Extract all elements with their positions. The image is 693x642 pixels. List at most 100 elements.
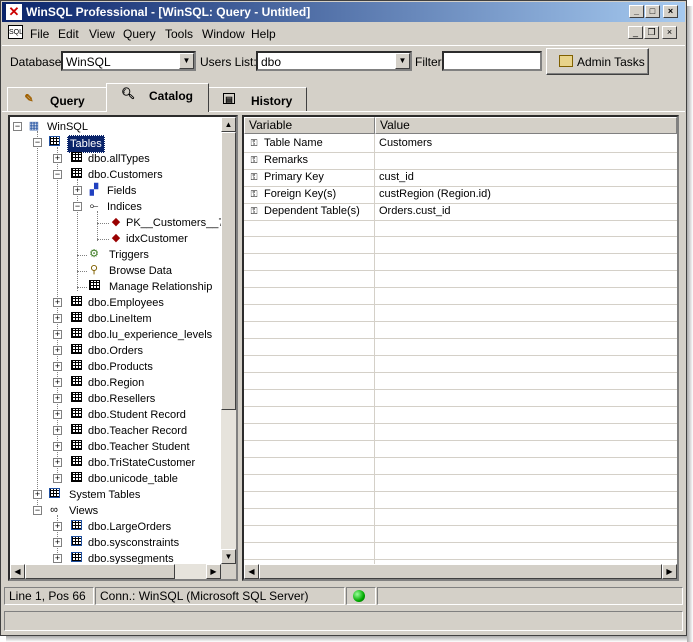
chevron-down-icon[interactable]: ▼ — [179, 53, 194, 69]
column-header-value[interactable]: Value — [375, 117, 677, 134]
scroll-thumb[interactable] — [259, 564, 662, 579]
menu-view[interactable]: View — [89, 27, 115, 41]
expand-icon[interactable]: + — [53, 330, 62, 339]
scroll-thumb[interactable] — [25, 564, 175, 579]
tree-node-table[interactable]: + dbo.unicode_table — [53, 471, 233, 487]
scroll-up-icon[interactable]: ▲ — [221, 117, 236, 132]
mdi-close-button[interactable]: × — [662, 26, 677, 39]
expand-icon[interactable]: + — [53, 474, 62, 483]
expand-icon[interactable]: + — [53, 378, 62, 387]
expand-icon[interactable]: + — [53, 538, 62, 547]
chevron-down-icon[interactable]: ▼ — [395, 53, 410, 69]
tab-catalog[interactable]: 🔍︎ Catalog — [106, 83, 209, 112]
mdi-restore-button[interactable]: ❐ — [644, 26, 659, 39]
collapse-icon[interactable]: − — [33, 138, 42, 147]
tree-horizontal-scrollbar[interactable]: ◀ ▶ — [10, 564, 221, 579]
table-row[interactable]: ⚿ Foreign Key(s) custRegion (Region.id) — [244, 186, 677, 204]
expand-icon[interactable]: + — [53, 362, 62, 371]
table-row[interactable]: ⚿ Primary Key cust_id — [244, 169, 677, 187]
properties-grid[interactable]: Variable Value ⚿ Table Name Customers ⚿ … — [242, 115, 679, 581]
collapse-icon[interactable]: − — [13, 122, 22, 131]
menu-file[interactable]: File — [30, 27, 49, 41]
close-button[interactable]: × — [663, 5, 678, 18]
tree-node-table[interactable]: + dbo.LineItem — [53, 311, 233, 327]
grid-horizontal-scrollbar[interactable]: ◀ ▶ — [244, 564, 677, 579]
expand-icon[interactable]: + — [53, 522, 62, 531]
tree-node-index[interactable]: ◆ idxCustomer — [109, 231, 233, 247]
title-bar[interactable]: ✕ WinSQL Professional - [WinSQL: Query -… — [2, 2, 685, 22]
tree-node-manage-relationship[interactable]: Manage Relationship — [87, 279, 233, 295]
tree-node-table[interactable]: + dbo.Orders — [53, 343, 233, 359]
expand-icon[interactable]: + — [53, 346, 62, 355]
tab-query[interactable]: ✎ Query — [7, 87, 107, 111]
tab-panel-edge — [2, 111, 685, 112]
expand-icon[interactable]: + — [53, 314, 62, 323]
scroll-right-icon[interactable]: ▶ — [662, 564, 677, 579]
tree-node-table[interactable]: + dbo.lu_experience_levels — [53, 327, 233, 343]
tree-node-system-tables[interactable]: + System Tables — [33, 487, 233, 503]
collapse-icon[interactable]: − — [73, 202, 82, 211]
tree-node-table[interactable]: + dbo.TriStateCustomer — [53, 455, 233, 471]
tree-node-table[interactable]: + dbo.Student Record — [53, 407, 233, 423]
expand-icon[interactable]: + — [73, 186, 82, 195]
tree-node-table[interactable]: + dbo.Resellers — [53, 391, 233, 407]
menu-help[interactable]: Help — [251, 27, 276, 41]
tree-node-triggers[interactable]: ⚙ Triggers — [87, 247, 233, 263]
menu-query[interactable]: Query — [123, 27, 156, 41]
document-icon[interactable]: SQL — [8, 25, 23, 39]
admin-tasks-button[interactable]: Admin Tasks — [546, 48, 649, 75]
table-row[interactable]: ⚿ Dependent Table(s) Orders.cust_id — [244, 203, 677, 221]
database-select[interactable]: WinSQL ▼ — [61, 51, 196, 71]
tree-vertical-scrollbar[interactable]: ▲ ▼ — [221, 117, 236, 564]
value-cell: Customers — [379, 137, 433, 149]
tree-node-view[interactable]: + dbo.sysconstraints — [53, 535, 233, 551]
expand-icon[interactable]: + — [53, 410, 62, 419]
table-row[interactable]: ⚿ Remarks — [244, 152, 677, 170]
value-cell: cust_id — [379, 171, 414, 183]
collapse-icon[interactable]: − — [33, 506, 42, 515]
tree-node-table[interactable]: − dbo.Customers — [53, 167, 233, 183]
expand-icon[interactable]: + — [53, 298, 62, 307]
expand-icon[interactable]: + — [53, 458, 62, 467]
maximize-button[interactable]: □ — [645, 5, 660, 18]
scroll-left-icon[interactable]: ◀ — [10, 564, 25, 579]
catalog-tree[interactable]: − ▦ WinSQL − Tables + dbo.allTypes − dbo… — [8, 115, 238, 581]
menu-edit[interactable]: Edit — [58, 27, 79, 41]
tree-node-views[interactable]: − ∞ Views — [33, 503, 233, 519]
scroll-thumb[interactable] — [221, 132, 236, 410]
table-row[interactable]: ⚿ Table Name Customers — [244, 135, 677, 153]
tree-node-root[interactable]: − ▦ WinSQL — [13, 119, 213, 135]
tree-node-view[interactable]: + dbo.LargeOrders — [53, 519, 233, 535]
scroll-down-icon[interactable]: ▼ — [221, 549, 236, 564]
tree-node-fields[interactable]: + ▞ Fields — [73, 183, 233, 199]
tree-node-table[interactable]: + dbo.Employees — [53, 295, 233, 311]
minimize-button[interactable]: _ — [629, 5, 644, 18]
tree-node-table[interactable]: + dbo.Region — [53, 375, 233, 391]
tab-history[interactable]: ▤ History — [208, 87, 307, 111]
expand-icon[interactable]: + — [33, 490, 42, 499]
tree-node-table[interactable]: + dbo.allTypes — [53, 151, 233, 167]
expand-icon[interactable]: + — [53, 442, 62, 451]
tree-node-table[interactable]: + dbo.Teacher Record — [53, 423, 233, 439]
expand-icon[interactable]: + — [53, 554, 62, 563]
tree-node-table[interactable]: + dbo.Products — [53, 359, 233, 375]
scroll-left-icon[interactable]: ◀ — [244, 564, 259, 579]
column-header-variable[interactable]: Variable — [244, 117, 375, 134]
tree-node-index[interactable]: ◆ PK__Customers__7 — [109, 215, 233, 231]
users-list-select[interactable]: dbo ▼ — [256, 51, 412, 71]
variable-cell: Table Name — [264, 137, 323, 149]
expand-icon[interactable]: + — [53, 154, 62, 163]
tree-node-browse-data[interactable]: ⚲ Browse Data — [87, 263, 233, 279]
scroll-right-icon[interactable]: ▶ — [206, 564, 221, 579]
menu-tools[interactable]: Tools — [165, 27, 193, 41]
expand-icon[interactable]: + — [53, 394, 62, 403]
collapse-icon[interactable]: − — [53, 170, 62, 179]
tree-node-table[interactable]: + dbo.Teacher Student — [53, 439, 233, 455]
tree-node-indices[interactable]: − ⟜ Indices — [73, 199, 233, 215]
browse-data-icon: ⚲ — [89, 264, 99, 276]
menu-window[interactable]: Window — [202, 27, 245, 41]
tree-node-tables[interactable]: − Tables — [33, 135, 233, 153]
mdi-minimize-button[interactable]: _ — [628, 26, 643, 39]
expand-icon[interactable]: + — [53, 426, 62, 435]
filter-input[interactable] — [442, 51, 542, 71]
